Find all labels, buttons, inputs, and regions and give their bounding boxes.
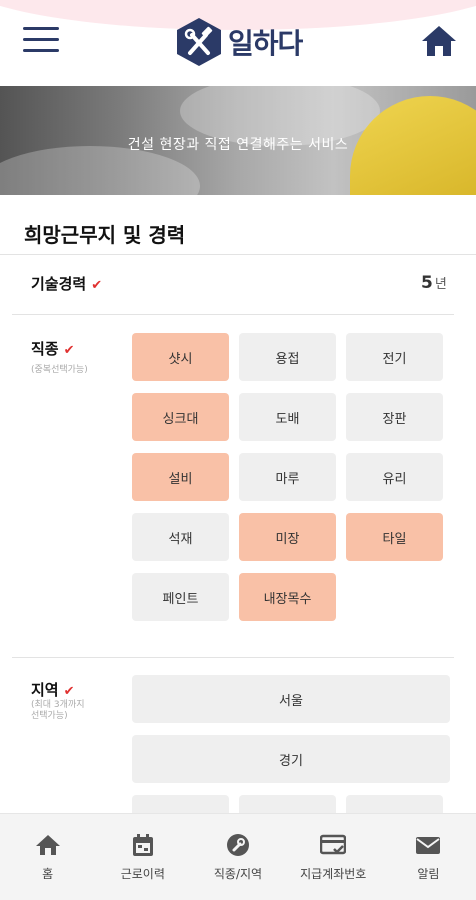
mail-icon — [416, 837, 441, 854]
nav-label: 지급계좌번호 — [300, 867, 367, 881]
nav-label: 직종/지역 — [213, 867, 263, 881]
trade-chip-7[interactable]: 마루 — [239, 453, 336, 501]
nav-item-home[interactable]: 홈 — [0, 814, 95, 900]
trade-chip-0[interactable]: 샷시 — [132, 333, 229, 381]
app-logo[interactable]: 일하다 — [176, 17, 303, 67]
tools-hexagon-logo — [176, 17, 222, 67]
credit-card-icon — [320, 834, 347, 855]
trade-chip-13[interactable]: 내장목수 — [239, 573, 336, 621]
divider — [12, 314, 454, 315]
nav-label: 알림 — [417, 867, 440, 881]
hero-banner: 건설 현장과 직접 연결해주는 서비스 — [0, 86, 476, 195]
region-chip-1[interactable]: 경기 — [132, 735, 450, 783]
section-title: 희망근무지 및 경력 — [24, 223, 186, 247]
divider — [12, 657, 454, 658]
required-check-icon: ✔ — [63, 343, 75, 358]
region-chip-0[interactable]: 서울 — [132, 675, 450, 723]
app-header: 일하다 — [0, 0, 476, 86]
trade-chip-6[interactable]: 설비 — [132, 453, 229, 501]
trade-chip-8[interactable]: 유리 — [346, 453, 443, 501]
trade-sub-label: (중복선택가능) — [31, 365, 88, 375]
trade-chip-2[interactable]: 전기 — [346, 333, 443, 381]
trade-chip-1[interactable]: 용접 — [239, 333, 336, 381]
bottom-navigation: 홈 근로이력 직종/지역 지급계좌번호 알림 — [0, 813, 476, 900]
experience-unit: 년 — [434, 277, 447, 292]
trade-label-text: 직종 — [31, 340, 59, 358]
experience-label-text: 기술경력 — [31, 275, 87, 293]
required-check-icon: ✔ — [63, 684, 75, 699]
trade-chip-11[interactable]: 타일 — [346, 513, 443, 561]
banner-text: 건설 현장과 직접 연결해주는 서비스 — [127, 137, 349, 153]
experience-years: 5 — [421, 273, 433, 293]
trade-chip-12[interactable]: 페인트 — [132, 573, 229, 621]
required-check-icon: ✔ — [91, 278, 103, 293]
home-icon[interactable] — [421, 24, 457, 58]
region-sub-label-1: (최대 3개까지 — [31, 700, 85, 710]
divider — [0, 254, 476, 255]
nav-label: 홈 — [42, 867, 54, 881]
nav-item-payment-account[interactable]: 지급계좌번호 — [286, 814, 381, 900]
experience-value[interactable]: 5년 — [421, 273, 447, 293]
experience-label: 기술경력 ✔ — [31, 273, 102, 294]
trade-chip-4[interactable]: 도배 — [239, 393, 336, 441]
trade-chip-5[interactable]: 장판 — [346, 393, 443, 441]
logo-text: 일하다 — [228, 27, 303, 60]
trade-label: 직종 ✔ — [31, 338, 75, 359]
trade-chip-3[interactable]: 싱크대 — [132, 393, 229, 441]
nav-label: 근로이력 — [120, 867, 165, 881]
nav-item-trade-region[interactable]: 직종/지역 — [190, 814, 285, 900]
hamburger-menu-icon[interactable] — [23, 25, 59, 55]
nav-item-work-history[interactable]: 근로이력 — [95, 814, 190, 900]
home-icon — [35, 835, 60, 855]
trade-chip-10[interactable]: 미장 — [239, 513, 336, 561]
trade-chip-9[interactable]: 석재 — [132, 513, 229, 561]
wrench-icon — [227, 834, 249, 856]
region-sub-label-2: 선택가능) — [31, 711, 68, 721]
calendar-icon — [132, 834, 153, 856]
region-label: 지역 ✔ — [31, 679, 75, 700]
region-label-text: 지역 — [31, 681, 59, 699]
nav-item-notifications[interactable]: 알림 — [381, 814, 476, 900]
